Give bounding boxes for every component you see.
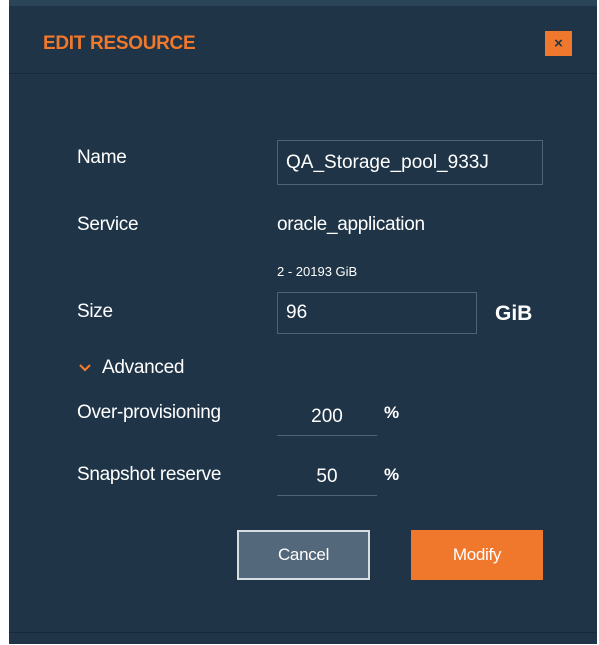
over-provisioning-label: Over-provisioning bbox=[77, 402, 221, 423]
over-provisioning-unit: % bbox=[384, 403, 400, 422]
dialog-header: EDIT RESOURCE × bbox=[9, 6, 597, 74]
modify-button[interactable]: Modify bbox=[411, 530, 543, 580]
size-unit: GiB bbox=[495, 302, 533, 325]
advanced-toggle[interactable]: Advanced bbox=[77, 355, 184, 381]
size-range-hint: 2 - 20193 GiB bbox=[277, 264, 358, 279]
edit-resource-dialog: EDIT RESOURCE × Name Service oracle_appl… bbox=[9, 6, 597, 644]
size-label: Size bbox=[77, 301, 113, 322]
service-label: Service bbox=[77, 214, 139, 235]
chevron-down-icon bbox=[79, 364, 91, 372]
snapshot-reserve-unit: % bbox=[384, 465, 400, 484]
name-label: Name bbox=[77, 147, 127, 168]
size-input[interactable] bbox=[277, 292, 477, 334]
over-provisioning-input[interactable] bbox=[277, 398, 377, 436]
cancel-button[interactable]: Cancel bbox=[237, 530, 370, 580]
close-icon[interactable]: × bbox=[545, 31, 572, 56]
advanced-label: Advanced bbox=[102, 357, 185, 378]
dialog-title: EDIT RESOURCE bbox=[43, 33, 196, 54]
footer-divider bbox=[9, 632, 597, 633]
snapshot-reserve-label: Snapshot reserve bbox=[77, 464, 222, 485]
service-value: oracle_application bbox=[277, 214, 425, 235]
name-input[interactable] bbox=[277, 140, 543, 185]
snapshot-reserve-input[interactable] bbox=[277, 458, 377, 496]
